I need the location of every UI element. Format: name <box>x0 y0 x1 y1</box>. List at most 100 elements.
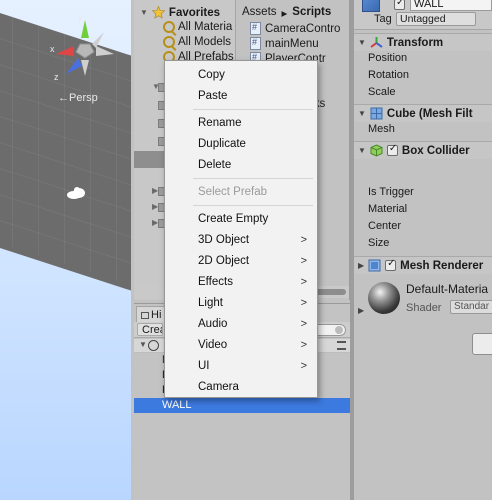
script-file-item[interactable]: mainMenu <box>250 37 319 50</box>
script-file-item[interactable]: CameraContro <box>250 22 340 35</box>
mesh-renderer-enabled-checkbox[interactable] <box>385 258 397 271</box>
menu-item-label: Effects <box>198 276 233 288</box>
menu-item-2d-object[interactable]: 2D Object > <box>165 251 317 271</box>
menu-item-video[interactable]: Video > <box>165 335 317 355</box>
gizmo-y-label: y <box>78 14 83 22</box>
is-trigger-label: Is Trigger <box>368 186 414 198</box>
expand-triangle-icon[interactable]: ▶ <box>358 306 364 315</box>
menu-item-rename[interactable]: Rename <box>165 113 317 133</box>
menu-item-light[interactable]: Light > <box>165 293 317 313</box>
menu-item-copy[interactable]: Copy <box>165 65 317 85</box>
menu-item-audio[interactable]: Audio > <box>165 314 317 334</box>
menu-item-select-prefab: Select Prefab <box>165 182 317 202</box>
search-clear-icon[interactable] <box>335 326 343 334</box>
submenu-arrow-icon: > <box>300 339 307 351</box>
menu-separator <box>193 205 313 206</box>
favorite-item[interactable]: All Models <box>163 36 231 48</box>
search-icon <box>163 36 175 48</box>
menu-item-delete[interactable]: Delete <box>165 155 317 175</box>
material-label: Material <box>368 203 408 215</box>
collapse-triangle-icon[interactable]: ▼ <box>139 340 147 349</box>
object-header: WALL Tag Untagged <box>354 0 492 30</box>
skybox-icon <box>67 187 85 199</box>
transform-position-label: Position <box>368 52 408 64</box>
mesh-renderer-component-header[interactable]: ▶ Mesh Renderer <box>354 256 492 274</box>
context-menu: Copy Paste Rename Duplicate Delete Selec… <box>164 60 318 398</box>
menu-item-label: 3D Object <box>198 234 250 246</box>
csharp-script-icon <box>250 37 261 50</box>
menu-item-label: Paste <box>198 90 228 102</box>
menu-item-label: Duplicate <box>198 138 246 150</box>
add-component-button[interactable] <box>472 333 492 355</box>
scene-options-icon[interactable] <box>337 341 346 350</box>
transform-rotation-label: Rotation <box>368 69 409 81</box>
menu-item-camera[interactable]: Camera <box>165 377 317 397</box>
expand-triangle-icon[interactable]: ▶ <box>358 261 364 270</box>
breadcrumb-separator: ▸ <box>281 8 288 20</box>
menu-item-create-empty[interactable]: Create Empty <box>165 209 317 229</box>
menu-item-label: Copy <box>198 69 225 81</box>
tag-dropdown[interactable]: Untagged <box>396 12 476 26</box>
scene-orientation-gizmo[interactable]: y x z <box>50 12 120 84</box>
transform-component-header[interactable]: ▼ Transform <box>354 33 492 51</box>
menu-item-label: Audio <box>198 318 228 330</box>
submenu-arrow-icon: > <box>300 360 307 372</box>
hierarchy-item-selected[interactable]: WALL <box>134 398 350 413</box>
submenu-arrow-icon: > <box>300 318 307 330</box>
collapse-triangle-icon[interactable]: ▼ <box>358 38 366 47</box>
selected-folder-row[interactable] <box>134 151 166 168</box>
menu-item-effects[interactable]: Effects > <box>165 272 317 292</box>
menu-item-label: Rename <box>198 117 242 129</box>
active-checkbox[interactable] <box>394 0 405 10</box>
breadcrumb-scripts[interactable]: Scripts <box>292 6 331 20</box>
collapse-triangle-icon[interactable]: ▼ <box>358 146 366 155</box>
tab-hierarchy-label: Hi <box>151 309 162 321</box>
mesh-filter-component-header[interactable]: ▼ Cube (Mesh Filt <box>354 104 492 122</box>
menu-item-duplicate[interactable]: Duplicate <box>165 134 317 154</box>
axis-gizmo-icon[interactable]: y x z <box>50 12 120 84</box>
menu-item-label: Video <box>198 339 228 351</box>
size-label: Size <box>368 237 390 249</box>
breadcrumb: Assets ▸ Scripts <box>242 6 331 20</box>
menu-item-label: 2D Object <box>198 255 250 267</box>
scene-view[interactable]: y x z ←Persp <box>0 0 131 500</box>
unity-scene-icon <box>148 340 159 351</box>
gizmo-z-label: z <box>54 72 59 82</box>
favorites-label: Favorites <box>168 6 221 19</box>
menu-item-3d-object[interactable]: 3D Object > <box>165 230 317 250</box>
collapse-triangle-icon[interactable]: ▼ <box>140 8 148 17</box>
transform-icon <box>370 37 383 48</box>
mesh-renderer-icon <box>368 259 381 272</box>
menu-separator <box>193 178 313 179</box>
menu-item-label: Create Empty <box>198 213 269 225</box>
shader-dropdown[interactable]: Standar <box>450 300 492 314</box>
collapse-triangle-icon[interactable]: ▼ <box>358 109 366 118</box>
submenu-arrow-icon: > <box>300 255 307 267</box>
menu-item-label: Delete <box>198 159 232 171</box>
gizmo-x-label: x <box>50 44 55 54</box>
menu-item-ui[interactable]: UI > <box>165 356 317 376</box>
favorite-item-label: All Materia <box>178 21 233 33</box>
favorite-item[interactable]: All Materia <box>163 21 232 33</box>
menu-item-paste[interactable]: Paste <box>165 86 317 106</box>
box-collider-icon <box>370 144 383 157</box>
menu-item-label: UI <box>198 360 210 372</box>
breadcrumb-assets[interactable]: Assets <box>242 6 277 20</box>
favorite-item-label: All Models <box>178 36 232 48</box>
box-collider-component-header[interactable]: ▼ Box Collider <box>354 141 492 159</box>
projection-mode-label[interactable]: ←Persp <box>58 92 98 104</box>
menu-item-label: Camera <box>198 381 239 393</box>
submenu-arrow-icon: > <box>300 234 307 246</box>
transform-scale-label: Scale <box>368 86 396 98</box>
create-dropdown-button[interactable]: Crea <box>137 323 163 336</box>
box-collider-enabled-checkbox[interactable] <box>386 143 398 156</box>
gameobject-cube-icon[interactable] <box>362 0 380 12</box>
mesh-label: Mesh <box>368 123 395 135</box>
object-name-field[interactable]: WALL <box>410 0 492 11</box>
mesh-filter-icon <box>370 107 383 120</box>
favorites-header[interactable]: ▼ Favorites <box>140 6 220 19</box>
material-preview-sphere[interactable] <box>368 282 400 314</box>
submenu-arrow-icon: > <box>300 297 307 309</box>
search-icon <box>163 21 175 33</box>
material-name: Default-Materia <box>406 282 489 296</box>
